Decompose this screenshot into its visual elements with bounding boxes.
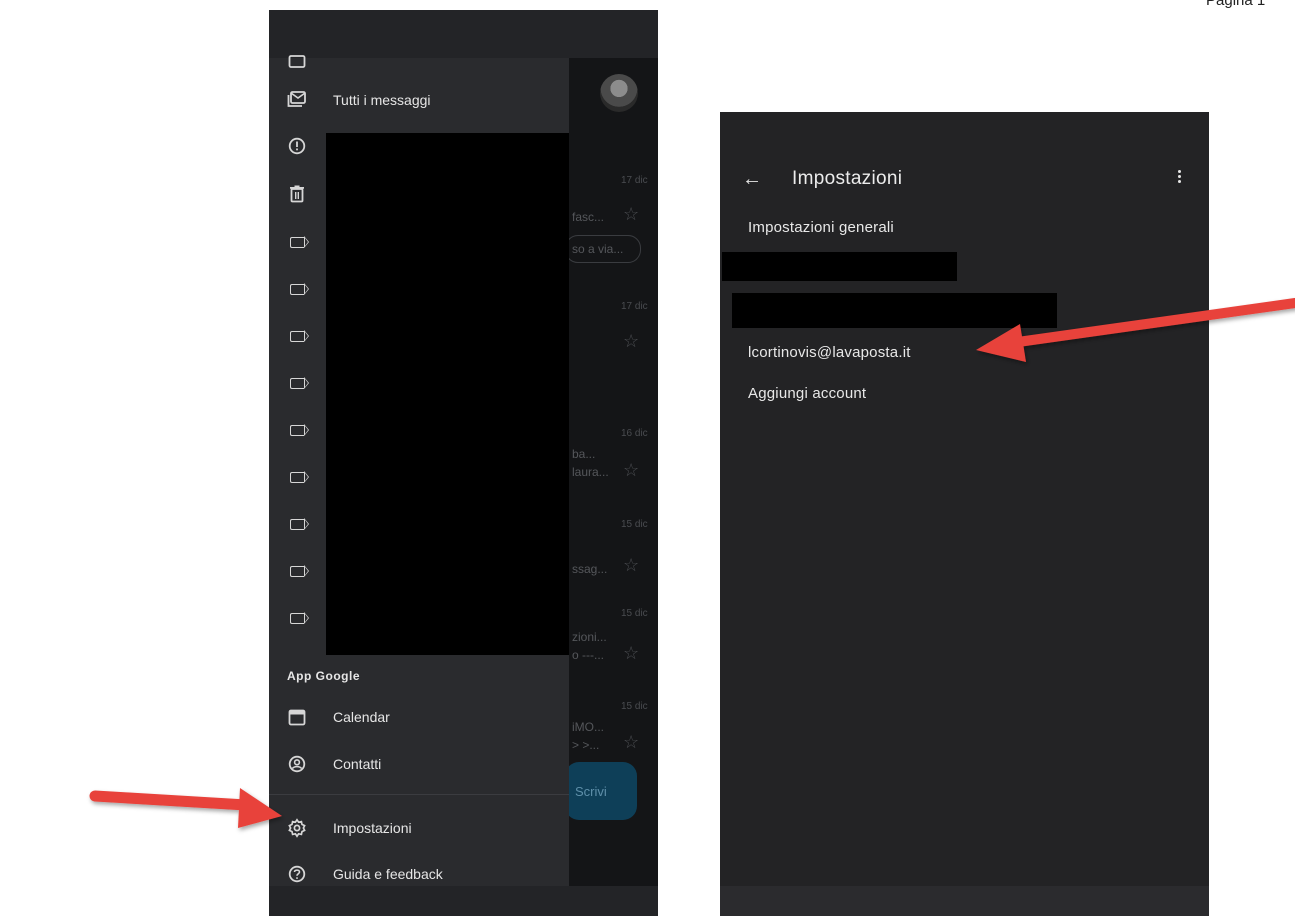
annotation-arrow-settings <box>89 788 282 828</box>
annotation-arrows <box>89 298 1295 828</box>
annotation-arrow-account <box>976 298 1295 362</box>
